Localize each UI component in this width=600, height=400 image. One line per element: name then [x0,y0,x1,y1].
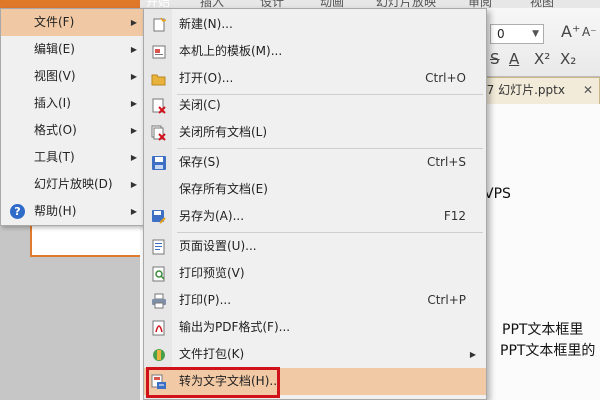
menu-item-label: 插入(I) [34,96,71,110]
close-all-icon [151,125,167,141]
main-menu: 文件(F) ▶ 编辑(E) ▶ 视图(V) ▶ 插入(I) ▶ 格式(O) ▶ … [0,8,146,226]
highlight-annotation-box [146,367,280,398]
file-submenu: 新建(N)... 本机上的模板(M)... 打开(O)... Ctrl+O 关闭… [143,8,487,400]
print-preview-icon [151,266,167,282]
menu-item-label: 另存为(A)... [179,209,245,223]
menu-item-label: 输出为PDF格式(F)... [179,320,291,334]
menu-item-shortcut: Ctrl+P [427,293,466,307]
menu-item-label: 文件打包(K) [179,347,245,361]
chevron-right-icon: ▶ [130,153,137,162]
chevron-right-icon: ▶ [130,72,137,81]
document-tab-title: 07 幻灯片.pptx [479,83,565,97]
menu-item-shortcut: Ctrl+O [425,71,466,85]
font-shrink-button[interactable]: A⁻ [582,25,597,39]
chevron-right-icon: ▶ [130,45,137,54]
menu-item-view[interactable]: 视图(V) ▶ [1,63,145,90]
menu-item-label: 打印(P)... [179,293,232,307]
menu-item-label: 幻灯片放映(D) [34,177,113,191]
menu-item-page-setup[interactable]: 页面设置(U)... [144,233,486,260]
save-as-icon [151,209,167,225]
menu-item-label: 打开(O)... [179,71,234,85]
menu-item-close-all[interactable]: 关闭所有文档(L) [144,119,486,146]
menu-item-label: 本机上的模板(M)... [179,44,283,58]
menu-item-print-preview[interactable]: 打印预览(V) [144,260,486,287]
help-icon: ? [10,204,25,219]
menu-item-label: 视图(V) [34,69,76,83]
menu-item-label: 关闭(C) [179,98,221,112]
menu-item-label: 页面设置(U)... [179,239,257,253]
menu-item-label: 帮助(H) [34,204,77,218]
menu-item-label: 工具(T) [34,150,75,164]
menu-item-file[interactable]: 文件(F) ▶ [1,9,145,36]
app-menu-tab[interactable] [0,0,140,8]
menu-item-label: 文件(F) [34,15,75,29]
menu-item-label: 保存所有文档(E) [179,182,268,196]
printer-icon [151,293,167,309]
menu-item-label: 编辑(E) [34,42,75,56]
menu-item-save-all[interactable]: 保存所有文档(E) [144,176,486,203]
font-size-value: 0 [497,27,505,41]
slide-text-line-2: PPT文本框里的 [500,343,596,359]
menu-item-shortcut: Ctrl+S [426,155,466,169]
font-color-button[interactable]: A [509,50,519,68]
chevron-right-icon: ▶ [130,18,137,27]
ribbon-tab-bar: 开始 插入 设计 动画 幻灯片放映 审阅 视图 [0,0,600,9]
template-icon [151,44,167,60]
menu-item-close[interactable]: 关闭(C) [144,92,486,119]
menu-item-save[interactable]: 保存(S) Ctrl+S [144,149,486,176]
chevron-right-icon: ▶ [130,126,137,135]
menu-item-label: 保存(S) [179,155,220,169]
menu-item-tools[interactable]: 工具(T) ▶ [1,144,145,171]
menu-item-label: 打印预览(V) [179,266,245,280]
menu-item-local-templates[interactable]: 本机上的模板(M)... [144,38,486,65]
chevron-right-icon: ▶ [130,180,137,189]
close-icon[interactable]: ✕ [583,78,593,103]
menu-item-format[interactable]: 格式(O) ▶ [1,117,145,144]
chevron-down-icon: ▼ [532,29,539,39]
superscript-button[interactable]: X² [534,50,550,68]
close-doc-icon [151,98,167,114]
menu-item-slideshow[interactable]: 幻灯片放映(D) ▶ [1,171,145,198]
font-grow-button[interactable]: A⁺ [561,22,580,41]
font-size-select[interactable]: 0 ▼ [490,24,544,44]
folder-open-icon [151,71,167,87]
strikethrough-button[interactable]: S [490,50,500,68]
chevron-right-icon: ▶ [130,207,137,216]
menu-item-insert[interactable]: 插入(I) ▶ [1,90,145,117]
chevron-right-icon: ▶ [130,99,137,108]
menu-item-label: 关闭所有文档(L) [179,125,268,139]
menu-item-open[interactable]: 打开(O)... Ctrl+O [144,65,486,92]
slide-text-vps: VPS [484,186,511,202]
menu-item-new[interactable]: 新建(N)... [144,11,486,38]
menu-item-print[interactable]: 打印(P)... Ctrl+P [144,287,486,314]
menu-item-label: 新建(N)... [179,17,233,31]
document-tab[interactable]: 07 幻灯片.pptx ✕ [472,77,600,104]
menu-item-label: 格式(O) [34,123,77,137]
page-setup-icon [151,239,167,255]
menu-item-save-as[interactable]: 另存为(A)... F12 [144,203,486,230]
pdf-icon [151,320,167,336]
save-icon [151,155,167,171]
menu-item-shortcut: F12 [443,209,466,223]
package-icon [151,347,167,363]
new-file-icon [151,17,167,33]
menu-item-help[interactable]: ? 帮助(H) ▶ [1,198,145,225]
menu-item-package[interactable]: 文件打包(K) ▶ [144,341,486,368]
menu-item-edit[interactable]: 编辑(E) ▶ [1,36,145,63]
menu-item-export-pdf[interactable]: 输出为PDF格式(F)... [144,314,486,341]
subscript-button[interactable]: X₂ [560,50,576,68]
chevron-right-icon: ▶ [469,350,476,359]
slide-text-line-1: PPT文本框里 [502,322,584,338]
